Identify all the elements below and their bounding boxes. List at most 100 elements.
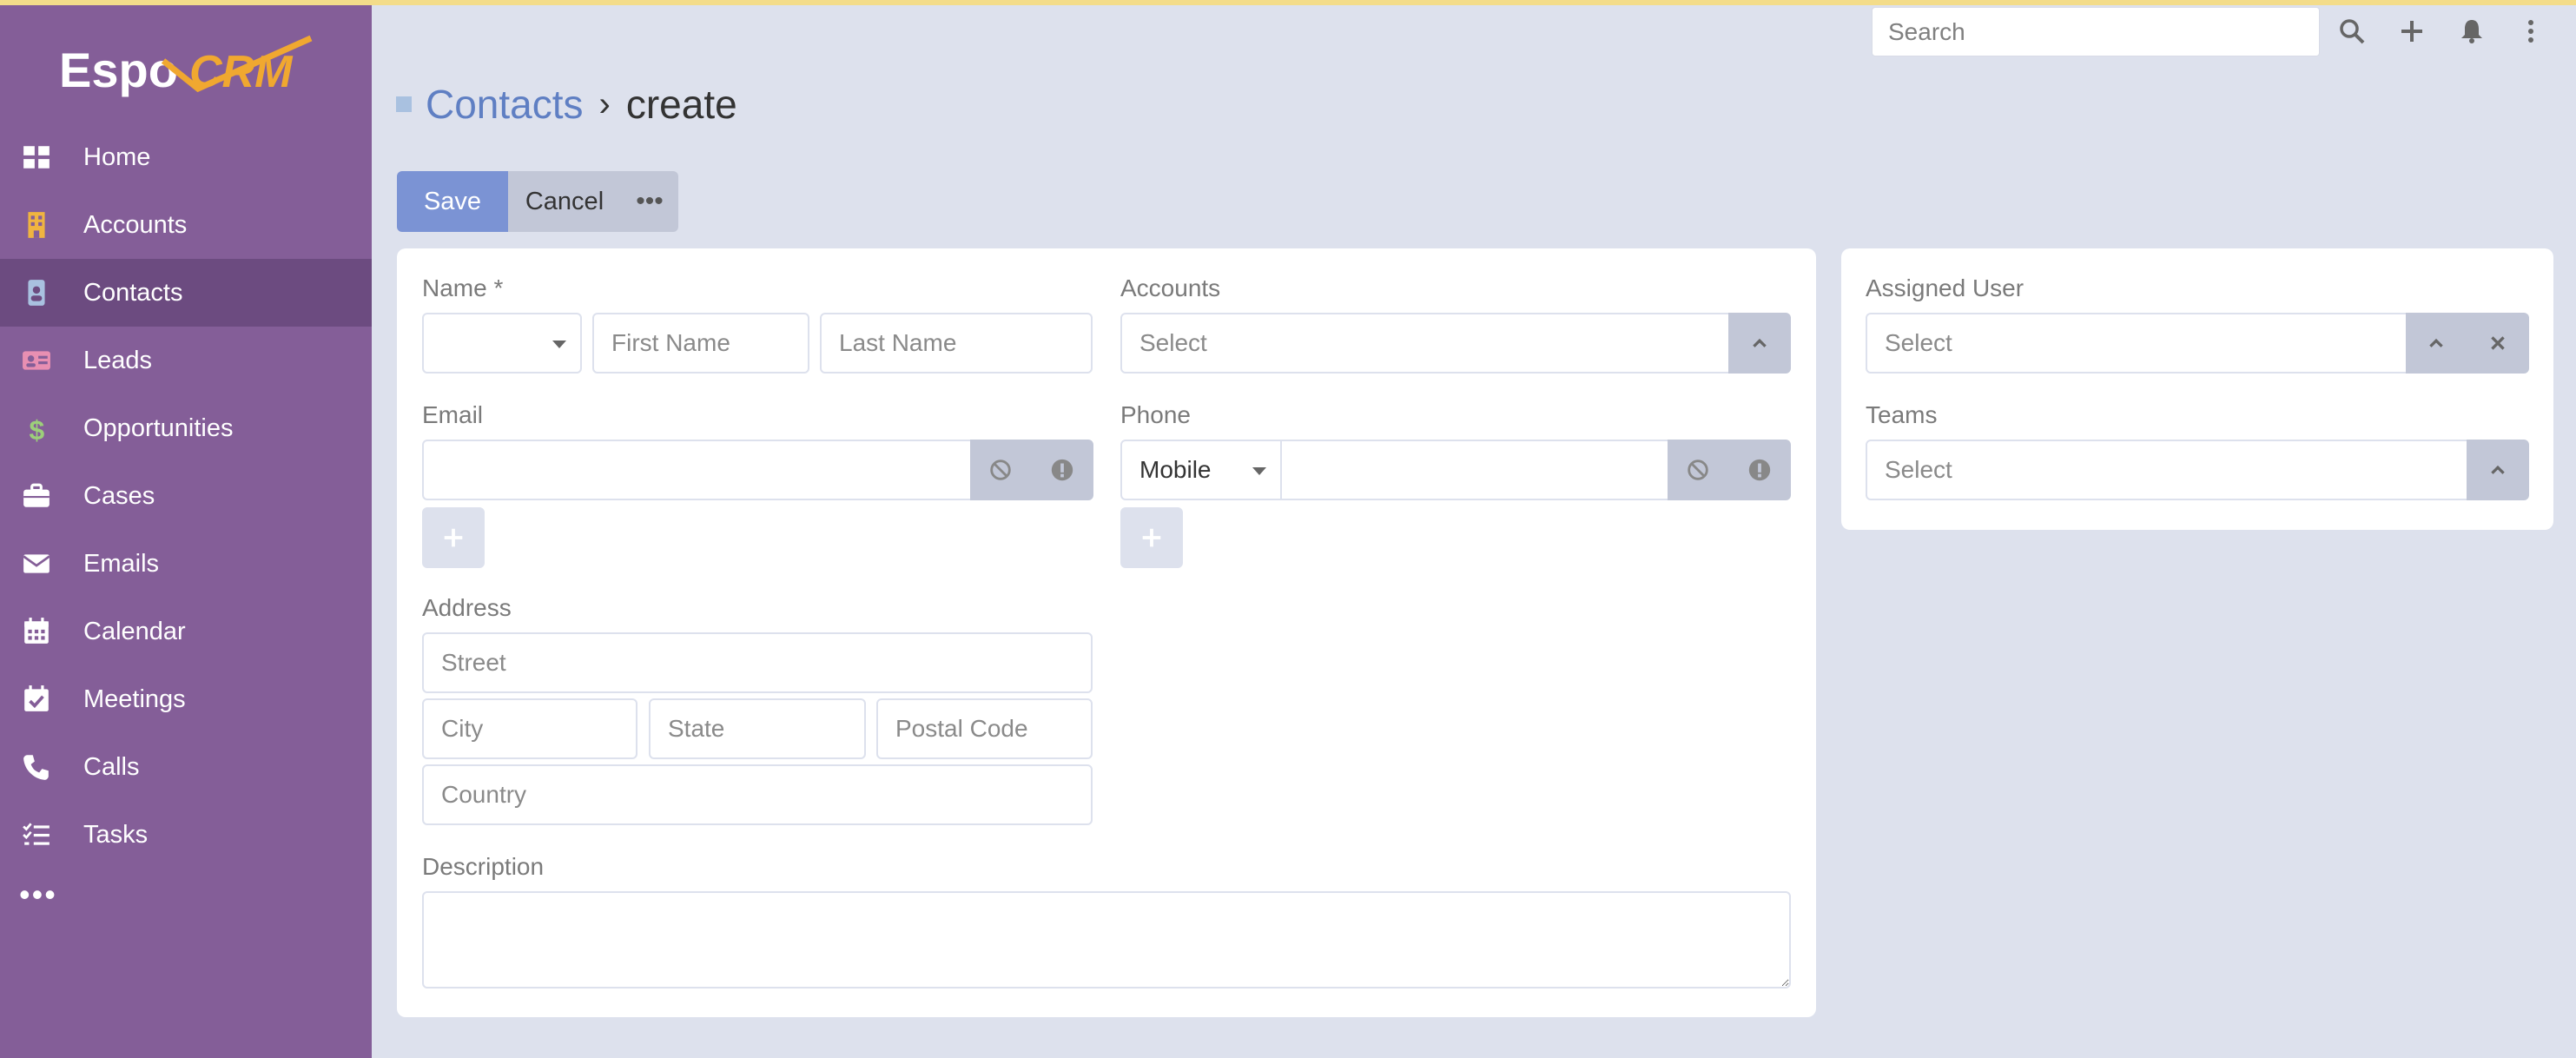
salutation-select[interactable] [422, 313, 582, 374]
sidebar-item-accounts[interactable]: Accounts [0, 191, 372, 259]
exclamation-circle-icon [1748, 459, 1771, 481]
grid-icon [19, 140, 54, 175]
sidebar-item-label: Contacts [83, 278, 183, 307]
sidebar-item-calls[interactable]: Calls [0, 733, 372, 801]
cancel-button[interactable]: Cancel [508, 171, 621, 232]
city-input[interactable] [422, 698, 637, 759]
assigned-user-clear-button[interactable] [2467, 313, 2529, 374]
more-actions-button[interactable]: ••• [621, 171, 678, 232]
top-accent-line [0, 0, 2576, 5]
assigned-user-label: Assigned User [1866, 274, 2024, 301]
address-label: Address [422, 594, 512, 621]
sidebar-item-tasks[interactable]: Tasks [0, 801, 372, 869]
teams-select-button[interactable] [2467, 440, 2529, 500]
sidebar-item-label: Cases [83, 481, 155, 510]
first-name-input[interactable] [592, 313, 809, 374]
sidebar-item-label: Emails [83, 549, 160, 578]
sidebar-nav: Home Accounts Contacts Leads $ Opportuni… [0, 123, 372, 921]
teams-label: Teams [1866, 401, 1938, 428]
sidebar-more-menu[interactable]: ••• [0, 869, 372, 921]
action-button-group: Save Cancel ••• [397, 171, 678, 232]
sidebar-item-meetings[interactable]: Meetings [0, 665, 372, 733]
chevron-up-icon [1753, 338, 1767, 347]
accounts-label: Accounts [1120, 274, 1221, 301]
briefcase-icon [19, 479, 54, 513]
sidebar-item-label: Opportunities [83, 413, 234, 442]
breadcrumb-separator: › [598, 84, 611, 123]
contact-card-icon [19, 275, 54, 310]
kebab-menu-icon[interactable] [2513, 14, 2548, 49]
close-icon [2491, 336, 2505, 350]
bell-icon[interactable] [2454, 14, 2489, 49]
sidebar-item-label: Calendar [83, 617, 186, 645]
email-invalid-button[interactable] [1031, 440, 1093, 500]
svg-text:$: $ [30, 414, 45, 443]
app-logo[interactable]: Espo CRM [59, 35, 320, 101]
teams-input[interactable] [1866, 440, 2470, 500]
postal-code-input[interactable] [876, 698, 1093, 759]
sidebar-item-contacts[interactable]: Contacts [0, 259, 372, 327]
side-panel: Assigned User Teams [1841, 248, 2553, 530]
sidebar-item-label: Meetings [83, 684, 186, 713]
email-input[interactable] [422, 440, 974, 500]
email-label: Email [422, 401, 484, 428]
accounts-input[interactable] [1120, 313, 1737, 374]
accounts-select-button[interactable] [1728, 313, 1791, 374]
name-label: Name * [422, 274, 504, 301]
sidebar-item-label: Calls [83, 752, 140, 781]
sidebar-item-opportunities[interactable]: $ Opportunities [0, 394, 372, 462]
sidebar-item-home[interactable]: Home [0, 123, 372, 191]
ban-icon [1688, 460, 1708, 480]
dollar-icon: $ [19, 411, 54, 446]
sidebar-item-label: Accounts [83, 210, 188, 239]
sidebar-item-calendar[interactable]: Calendar [0, 598, 372, 665]
country-input[interactable] [422, 764, 1093, 825]
phone-icon [19, 750, 54, 784]
state-input[interactable] [649, 698, 866, 759]
phone-input[interactable] [1280, 440, 1676, 500]
phone-opt-out-button[interactable] [1668, 440, 1728, 500]
description-label: Description [422, 853, 545, 880]
page-title: create [625, 82, 737, 127]
search-icon[interactable] [2335, 14, 2369, 49]
assigned-user-input[interactable] [1866, 313, 2409, 374]
add-phone-button[interactable] [1120, 507, 1183, 568]
chevron-up-icon [2491, 465, 2505, 474]
sidebar-item-label: Tasks [83, 820, 149, 849]
sidebar-item-emails[interactable]: Emails [0, 530, 372, 598]
exclamation-circle-icon [1051, 459, 1073, 481]
global-search-input[interactable] [1872, 7, 2320, 56]
phone-label: Phone [1120, 401, 1191, 428]
calendar-check-icon [19, 682, 54, 717]
phone-type-value: Mobile [1139, 456, 1212, 483]
sidebar-item-cases[interactable]: Cases [0, 462, 372, 530]
description-textarea[interactable] [422, 891, 1791, 989]
svg-text:Espo: Espo [59, 43, 178, 97]
phone-type-select[interactable]: Mobile [1120, 440, 1282, 500]
envelope-icon [19, 546, 54, 581]
page-header: Contacts › create [396, 76, 737, 132]
chevron-down-icon [552, 341, 566, 348]
sidebar-item-label: Leads [83, 346, 153, 374]
assigned-user-select-button[interactable] [2406, 313, 2467, 374]
phone-invalid-button[interactable] [1728, 440, 1791, 500]
main-form-panel: Name * Accounts Email Phone Mobile Addre… [397, 248, 1816, 1017]
plus-icon [444, 528, 463, 547]
logo-mark: Espo CRM [59, 35, 313, 97]
email-opt-out-button[interactable] [970, 440, 1031, 500]
save-button[interactable]: Save [397, 171, 508, 232]
calendar-icon [19, 614, 54, 649]
building-icon [19, 208, 54, 242]
breadcrumb-contacts-link[interactable]: Contacts [426, 81, 584, 128]
chevron-down-icon [1252, 467, 1266, 475]
last-name-input[interactable] [820, 313, 1093, 374]
add-email-button[interactable] [422, 507, 485, 568]
sidebar: Espo CRM Home Accounts Contacts Leads $ … [0, 5, 372, 1058]
id-card-icon [19, 343, 54, 378]
plus-icon[interactable] [2394, 14, 2429, 49]
sidebar-item-label: Home [83, 142, 151, 171]
chevron-up-icon [2429, 338, 2443, 347]
street-input[interactable] [422, 632, 1093, 693]
sidebar-item-leads[interactable]: Leads [0, 327, 372, 394]
ban-icon [990, 460, 1011, 480]
